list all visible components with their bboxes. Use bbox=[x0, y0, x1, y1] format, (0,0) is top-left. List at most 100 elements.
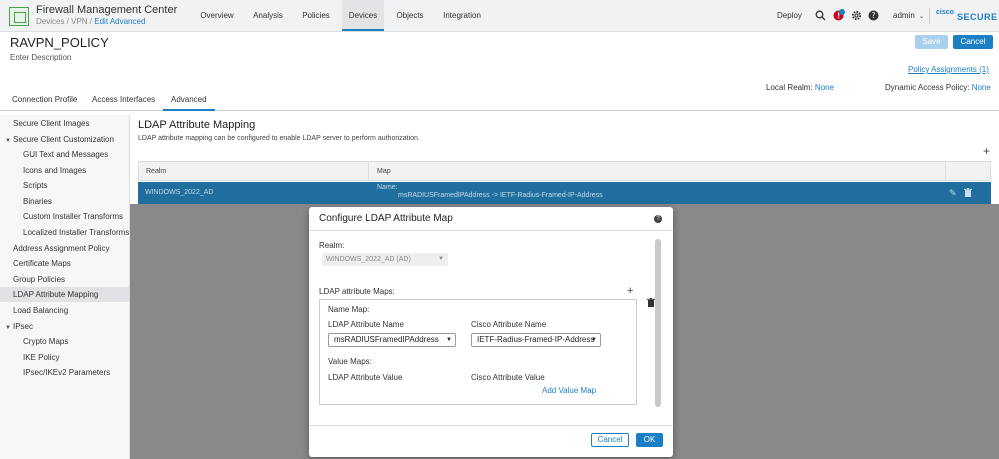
sidebar-item-address-assignment[interactable]: Address Assignment Policy bbox=[0, 241, 129, 256]
plus-icon[interactable]: + bbox=[627, 285, 633, 297]
sidebar-item-secure-client-customization[interactable]: ▼ Secure Client Customization bbox=[0, 132, 129, 147]
local-realm-link[interactable]: None bbox=[815, 83, 834, 92]
ldap-attribute-name-value: msRADIUSFramedIPAddress bbox=[334, 335, 439, 344]
row-map-label: Name: bbox=[377, 184, 398, 191]
dap-link[interactable]: None bbox=[972, 83, 991, 92]
sidebar-item-ike-policy[interactable]: IKE Policy bbox=[0, 350, 129, 365]
cisco-attribute-name-select[interactable]: IETF-Radius-Framed-IP-Address ▼ bbox=[471, 333, 601, 347]
sidebar-item-custom-installer[interactable]: Custom Installer Transforms bbox=[0, 209, 129, 224]
nav-tab-analysis[interactable]: Analysis bbox=[246, 0, 290, 31]
cisco-attribute-name-label: Cisco Attribute Name bbox=[471, 320, 547, 329]
user-name: admin bbox=[893, 11, 915, 20]
dynamic-access-policy: Dynamic Access Policy: None bbox=[885, 83, 991, 92]
caret-down-icon: ▼ bbox=[591, 337, 597, 343]
sidebar-item-label: IPsec bbox=[13, 322, 34, 331]
value-maps-label: Value Maps: bbox=[328, 357, 372, 366]
nav-divider bbox=[929, 8, 930, 24]
advanced-sidebar: Secure Client Images ▼ Secure Client Cust… bbox=[0, 115, 130, 459]
nav-tab-policies[interactable]: Policies bbox=[295, 0, 337, 31]
policy-tabs: Connection Profile Access Interfaces Adv… bbox=[0, 92, 999, 111]
sidebar-item-localized-installer[interactable]: Localized Installer Transforms bbox=[0, 225, 129, 240]
nav-tab-integration[interactable]: Integration bbox=[436, 0, 488, 31]
caret-down-icon: ▼ bbox=[446, 337, 452, 343]
sidebar-item-icons-images[interactable]: Icons and Images bbox=[0, 163, 129, 178]
plus-icon[interactable]: + bbox=[983, 144, 990, 158]
trash-icon[interactable] bbox=[964, 188, 972, 199]
name-map-label: Name Map: bbox=[328, 305, 370, 314]
gear-icon[interactable] bbox=[850, 10, 862, 22]
cisco-logo: cisco bbox=[936, 9, 954, 16]
sidebar-item-load-balancing[interactable]: Load Balancing bbox=[0, 303, 129, 318]
policy-assignments-link[interactable]: Policy Assignments (1) bbox=[908, 65, 989, 74]
policy-description[interactable]: Enter Description bbox=[10, 53, 71, 62]
sidebar-item-secure-client-images[interactable]: Secure Client Images bbox=[0, 116, 129, 131]
sidebar-item-ldap-attribute-mapping[interactable]: LDAP Attribute Mapping bbox=[0, 287, 129, 302]
sidebar-item-scripts[interactable]: Scripts bbox=[0, 178, 129, 193]
page-title: RAVPN_POLICY bbox=[10, 35, 109, 50]
realm-select-value: WINDOWS_2022_AD (AD) bbox=[326, 256, 411, 263]
save-button[interactable]: Save bbox=[915, 35, 948, 49]
table-row[interactable]: WINDOWS_2022_AD Name: msRADIUSFramedIPAd… bbox=[138, 182, 991, 204]
sidebar-item-gui-text[interactable]: GUI Text and Messages bbox=[0, 147, 129, 162]
dap-label: Dynamic Access Policy: bbox=[885, 83, 970, 92]
nav-tab-overview[interactable]: Overview bbox=[193, 0, 241, 31]
realm-label: Realm: bbox=[319, 241, 345, 250]
column-header-map: Map bbox=[377, 168, 391, 175]
cisco-attribute-name-value: IETF-Radius-Framed-IP-Address bbox=[477, 335, 595, 344]
local-realm-label: Local Realm: bbox=[766, 83, 813, 92]
breadcrumb-path[interactable]: Devices / VPN / bbox=[36, 17, 94, 26]
sidebar-item-label: Secure Client Customization bbox=[13, 135, 114, 144]
row-map-value: msRADIUSFramedIPAddress -> IETF-Radius-F… bbox=[398, 192, 603, 199]
deploy-button[interactable]: Deploy bbox=[777, 0, 802, 32]
svg-text:?: ? bbox=[871, 11, 875, 20]
nav-tab-devices[interactable]: Devices bbox=[342, 0, 384, 31]
row-realm: WINDOWS_2022_AD bbox=[145, 189, 214, 196]
dialog-title: Configure LDAP Attribute Map bbox=[319, 213, 453, 224]
ldap-attribute-name-label: LDAP Attribute Name bbox=[328, 320, 404, 329]
secure-brand: SECURE bbox=[957, 12, 998, 22]
ldap-attribute-value-label: LDAP Attribute Value bbox=[328, 373, 403, 382]
sidebar-item-crypto-maps[interactable]: Crypto Maps bbox=[0, 334, 129, 349]
sidebar-item-group-policies[interactable]: Group Policies bbox=[0, 272, 129, 287]
nav-tab-objects[interactable]: Objects bbox=[389, 0, 431, 31]
column-divider bbox=[945, 162, 946, 181]
dialog-scrollbar[interactable] bbox=[655, 239, 661, 407]
realm-select: WINDOWS_2022_AD (AD) ▼ bbox=[322, 253, 448, 266]
sidebar-item-certificate-maps[interactable]: Certificate Maps bbox=[0, 256, 129, 271]
tab-connection-profile[interactable]: Connection Profile bbox=[12, 95, 77, 111]
top-nav: Firewall Management Center Devices / VPN… bbox=[0, 0, 999, 32]
column-divider bbox=[368, 162, 369, 181]
user-menu[interactable]: admin ⌄ bbox=[893, 0, 924, 32]
configure-ldap-attribute-map-dialog: Configure LDAP Attribute Map ? Realm: WI… bbox=[309, 207, 673, 457]
column-header-realm: Realm bbox=[146, 168, 167, 175]
breadcrumb: Devices / VPN / Edit Advanced bbox=[36, 17, 145, 26]
sidebar-item-ipsec[interactable]: ▼ IPsec bbox=[0, 319, 129, 334]
dialog-footer-divider bbox=[309, 425, 673, 426]
sidebar-item-binaries[interactable]: Binaries bbox=[0, 194, 129, 209]
tab-advanced[interactable]: Advanced bbox=[163, 95, 215, 111]
section-description: LDAP attribute mapping can be configured… bbox=[138, 135, 420, 142]
breadcrumb-current[interactable]: Edit Advanced bbox=[94, 17, 145, 26]
edit-icon[interactable]: ✎ bbox=[949, 188, 957, 199]
dialog-cancel-button[interactable]: Cancel bbox=[591, 433, 629, 447]
chevron-down-icon: ⌄ bbox=[919, 14, 925, 20]
ldap-attribute-maps-label: LDAP attribute Maps: bbox=[319, 287, 395, 296]
cisco-attribute-value-label: Cisco Attribute Value bbox=[471, 373, 545, 382]
cancel-button[interactable]: Cancel bbox=[953, 35, 993, 49]
dialog-ok-button[interactable]: OK bbox=[636, 433, 663, 447]
app-title: Firewall Management Center bbox=[36, 4, 178, 16]
ldap-attribute-name-select[interactable]: msRADIUSFramedIPAddress ▼ bbox=[328, 333, 456, 347]
trash-icon[interactable] bbox=[647, 298, 655, 309]
table-header: Realm Map bbox=[138, 161, 991, 181]
add-value-map-link[interactable]: Add Value Map bbox=[542, 386, 596, 395]
help-icon[interactable]: ? bbox=[867, 10, 879, 22]
caret-down-icon: ▼ bbox=[438, 256, 444, 262]
search-icon[interactable] bbox=[814, 10, 826, 22]
help-icon[interactable]: ? bbox=[654, 215, 662, 223]
tab-access-interfaces[interactable]: Access Interfaces bbox=[92, 95, 155, 111]
section-title: LDAP Attribute Mapping bbox=[138, 119, 256, 131]
local-realm: Local Realm: None bbox=[766, 83, 834, 92]
sidebar-item-ipsec-ikev2[interactable]: IPsec/IKEv2 Parameters bbox=[0, 365, 129, 380]
fmc-logo-icon bbox=[9, 7, 29, 26]
notification-badge bbox=[839, 9, 845, 15]
